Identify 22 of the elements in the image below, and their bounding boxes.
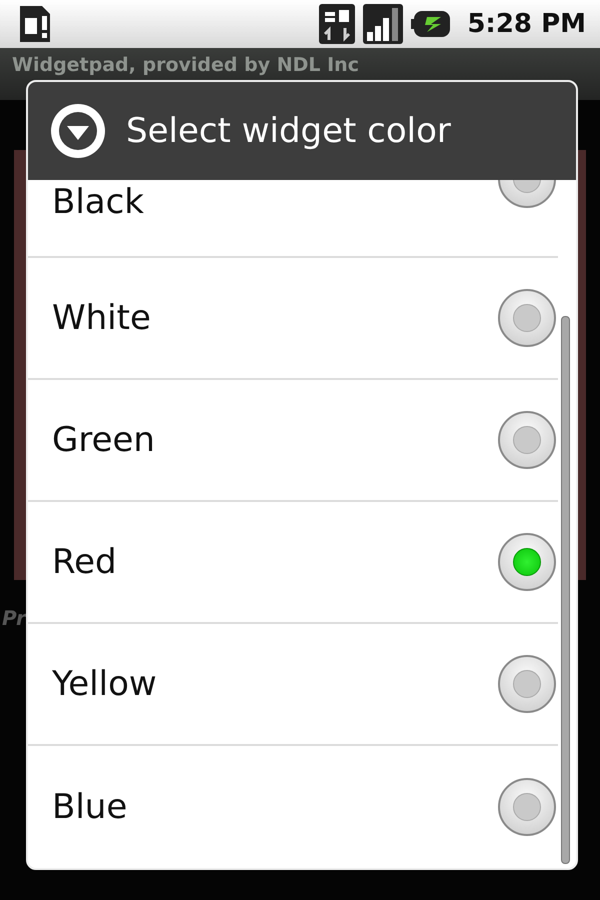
color-option[interactable]: Yellow <box>28 624 558 746</box>
body-text: Pr <box>2 606 26 630</box>
option-label: Yellow <box>52 664 157 704</box>
color-option[interactable]: White <box>28 258 558 380</box>
color-option[interactable]: Blue <box>28 746 558 868</box>
dialog-title: Select widget color <box>126 111 451 151</box>
option-label: Green <box>52 420 155 460</box>
color-option[interactable]: Red <box>28 502 558 624</box>
battery-charging-icon <box>411 9 452 39</box>
color-option[interactable]: Green <box>28 380 558 502</box>
option-label: White <box>52 298 151 338</box>
mobile-data-icon <box>319 4 356 44</box>
option-label: Black <box>52 182 144 222</box>
sim-card-alert-icon <box>18 6 52 42</box>
option-label: Red <box>52 542 117 582</box>
clock-time: 5:28 PM <box>467 9 586 39</box>
scrollbar[interactable] <box>561 316 570 864</box>
signal-icon <box>363 4 404 44</box>
option-label: Blue <box>52 787 128 827</box>
color-option[interactable]: Black <box>28 180 558 258</box>
dropdown-icon <box>50 103 106 159</box>
app-title: Widgetpad, provided by NDL Inc <box>12 54 359 76</box>
